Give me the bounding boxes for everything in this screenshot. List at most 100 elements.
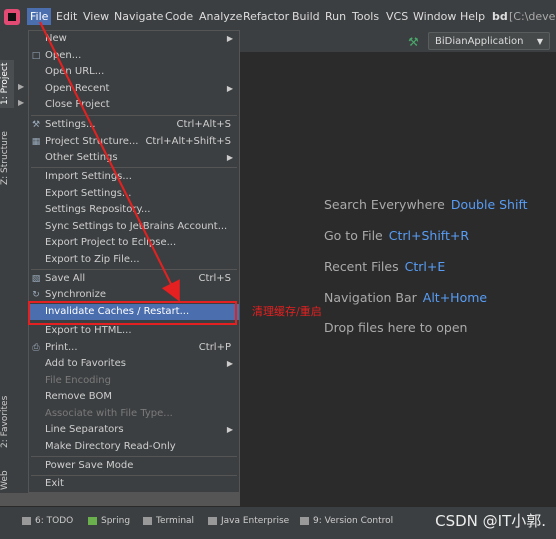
menu-file-encoding: File Encoding [29,373,239,389]
menu-label: Invalidate Caches / Restart... [45,306,190,317]
menu-label: Export Project to Eclipse... [45,237,177,248]
hint-key: Ctrl+Shift+R [388,228,470,243]
menu-view[interactable]: View [83,10,109,23]
menu-save-all[interactable]: ▧ Save All Ctrl+S [29,271,239,287]
menu-project-structure[interactable]: ▦ Project Structure... Ctrl+Alt+Shift+S [29,134,239,150]
menu-navigate[interactable]: Navigate [114,10,163,23]
menu-label: Project Structure... [45,136,139,147]
annotation-note: 清理缓存/重启 [252,305,322,318]
menu-exit[interactable]: Exit [29,476,239,492]
run-config-dropdown[interactable]: BiDianApplication ▼ [428,32,550,50]
menu-separator [31,456,237,457]
spring-icon [88,516,97,525]
menu-label: Exit [45,478,64,489]
menu-line-separators[interactable]: Line Separators ▶ [29,422,239,438]
java-enterprise-icon [208,516,217,525]
menu-import-settings[interactable]: Import Settings... [29,169,239,185]
menu-export-zip[interactable]: Export to Zip File... [29,252,239,268]
hint-key: Ctrl+E [404,259,446,274]
menu-separator [31,167,237,168]
menu-vcs[interactable]: VCS [386,10,408,23]
tab-spring[interactable]: Spring [88,516,130,526]
menu-sync-settings[interactable]: Sync Settings to JetBrains Account... [29,219,239,235]
submenu-arrow-icon: ▶ [226,425,233,434]
menu-file[interactable]: File [27,8,52,25]
editor-empty-area: Search Everywhere Double Shift Go to File… [240,52,556,500]
menu-label: Make Directory Read-Only [45,441,176,452]
menu-refactor[interactable]: Refactor [243,10,289,23]
folder-icon: □ [31,51,41,61]
tab-project[interactable]: 1: Project [0,60,14,108]
watermark: CSDN @IT小郭. [435,512,546,530]
hint-label: Navigation Bar [324,290,417,305]
menu-synchronize[interactable]: ↻ Synchronize [29,287,239,303]
hint-label: Search Everywhere [324,197,445,212]
menu-label: Open... [45,50,82,61]
menu-label: Power Save Mode [45,460,134,471]
menu-shortcut: Ctrl+Alt+S [176,119,231,130]
menu-other-settings[interactable]: Other Settings ▶ [29,150,239,166]
chevron-down-icon: ▼ [536,37,543,46]
menu-open-recent[interactable]: Open Recent ▶ [29,81,239,97]
hint-label: Recent Files [324,259,399,274]
terminal-icon [143,516,152,525]
hint-search-everywhere: Search Everywhere Double Shift [324,197,528,212]
tab-favorites[interactable]: 2: Favorites [0,392,14,452]
tab-structure[interactable]: Z: Structure [0,128,14,188]
menu-help[interactable]: Help [460,10,485,23]
tab-web[interactable]: Web [0,468,14,492]
menu-remove-bom[interactable]: Remove BOM [29,389,239,405]
menu-export-settings[interactable]: Export Settings... [29,186,239,202]
menu-label: Settings Repository... [45,204,151,215]
menu-tools[interactable]: Tools [352,10,379,23]
menu-add-favorites[interactable]: Add to Favorites ▶ [29,356,239,372]
menu-label: Close Project [45,99,110,110]
menu-print[interactable]: ⎙ Print... Ctrl+P [29,340,239,356]
menu-invalidate-caches[interactable]: Invalidate Caches / Restart... [29,304,239,320]
menu-close-project[interactable]: Close Project [29,97,239,113]
vcs-icon [300,516,309,525]
horizontal-scrollbar[interactable] [0,493,240,506]
menu-label: Print... [45,342,78,353]
menu-edit[interactable]: Edit [56,10,77,23]
menu-settings-repository[interactable]: Settings Repository... [29,202,239,218]
menu-new[interactable]: New ▶ [29,31,239,47]
menu-settings[interactable]: ⚒ Settings... Ctrl+Alt+S [29,117,239,133]
menu-shortcut: Ctrl+S [198,273,231,284]
expand-arrow-icon[interactable]: ▶ [18,98,24,107]
menu-code[interactable]: Code [165,10,193,23]
hint-recent-files: Recent Files Ctrl+E [324,259,445,274]
build-hammer-icon[interactable]: ⚒ [408,35,419,49]
menu-shortcut: Ctrl+P [198,342,231,353]
tab-version-control[interactable]: 9: Version Control [300,516,393,526]
project-structure-icon: ▦ [31,137,41,147]
hint-label: Go to File [324,228,383,243]
expand-arrow-icon[interactable]: ▶ [18,82,24,91]
tab-label: 9: Version Control [313,516,394,526]
tab-todo[interactable]: 6: TODO [22,516,73,526]
tab-terminal[interactable]: Terminal [143,516,194,526]
menu-export-eclipse[interactable]: Export Project to Eclipse... [29,235,239,251]
menu-run[interactable]: Run [325,10,346,23]
menu-analyze[interactable]: Analyze [199,10,242,23]
menu-power-save[interactable]: Power Save Mode [29,458,239,474]
menu-label: New [45,33,67,44]
project-name: bd [492,10,508,23]
menu-label: Other Settings [45,152,118,163]
menu-export-html[interactable]: Export to HTML... [29,323,239,339]
menu-label: File Encoding [45,375,111,386]
menu-label: Add to Favorites [45,358,126,369]
refresh-icon: ↻ [32,290,40,300]
menu-window[interactable]: Window [413,10,456,23]
menu-label: Save All [45,273,86,284]
tab-java-enterprise[interactable]: Java Enterprise [208,516,289,526]
left-tool-strip: 1: Project Z: Structure 2: Favorites Web [0,52,15,500]
submenu-arrow-icon: ▶ [226,359,233,368]
hint-key: Alt+Home [422,290,488,305]
hint-navigation-bar: Navigation Bar Alt+Home [324,290,487,305]
menu-open[interactable]: □ Open... [29,48,239,64]
menu-build[interactable]: Build [292,10,320,23]
menu-make-read-only[interactable]: Make Directory Read-Only [29,439,239,455]
menu-open-url[interactable]: Open URL... [29,64,239,80]
tab-label: Terminal [156,516,195,526]
